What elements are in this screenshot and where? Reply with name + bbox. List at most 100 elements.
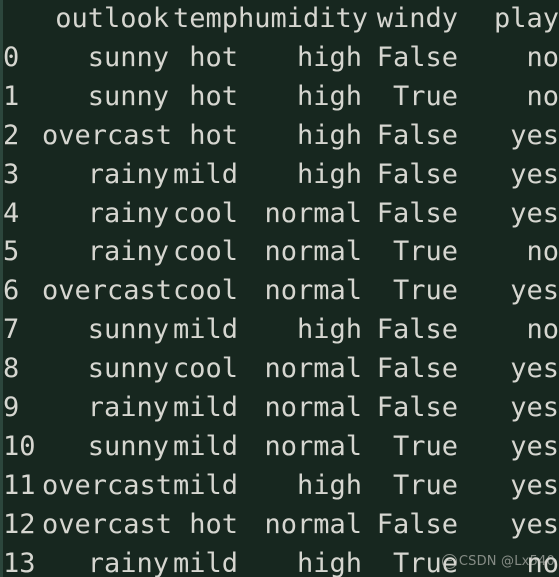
column-header-play: play [493,3,559,34]
dataframe-body: 0 sunny hot high False no 1 sunny hot high True no 2… [0,39,559,577]
row-index-cell: 3 [3,158,20,190]
cell-outlook: sunny [87,80,169,112]
column-header-humidity: humidity [238,3,369,34]
cell-outlook: overcast [42,119,173,151]
cell-windy: True [392,80,458,112]
cell-windy: False [376,119,458,151]
cell-windy: False [376,41,458,73]
cell-play: yes [510,119,559,151]
row-index-cell: 11 [3,469,36,501]
cell-humidity: high [296,41,362,73]
cell-windy: False [376,314,458,346]
cell-windy: False [376,158,458,190]
cell-outlook: sunny [87,430,169,462]
cell-temp: hot [189,41,238,73]
cell-temp: hot [189,119,238,151]
column-header-outlook: outlook [55,3,169,34]
table-row: 1 sunny hot high True no [0,78,559,117]
cell-outlook: overcast [42,469,173,501]
cell-play: yes [510,158,559,190]
table-row: 3 rainy mild high False yes [0,156,559,195]
cell-temp: hot [189,80,238,112]
table-row: 10 sunny mild normal True yes [0,428,559,467]
table-row: 7 sunny mild high False no [0,311,559,350]
cell-temp: mild [172,158,238,190]
row-index-cell: 5 [3,236,20,268]
row-index-cell: 6 [3,275,20,307]
cell-temp: mild [172,430,238,462]
cell-humidity: normal [264,197,362,229]
column-header-index [0,0,42,39]
cell-humidity: high [296,80,362,112]
table-row: 6 overcast cool normal True yes [0,272,559,311]
cell-humidity: normal [264,392,362,424]
cell-play: no [526,236,559,268]
cell-humidity: normal [264,236,362,268]
cell-outlook: overcast [42,275,173,307]
dataframe-header: outlook temp humidity windy play [0,0,559,39]
cell-outlook: sunny [87,314,169,346]
cell-humidity: high [296,469,362,501]
cell-play: no [526,547,559,577]
cell-play: yes [510,430,559,462]
table-row: 11 overcast mild high True yes [0,467,559,506]
cell-temp: cool [172,197,238,229]
row-index-cell: 4 [3,197,20,229]
cell-play: yes [510,275,559,307]
cell-humidity: high [296,314,362,346]
table-row: 2 overcast hot high False yes [0,117,559,156]
cell-temp: cool [172,353,238,385]
cell-play: yes [510,353,559,385]
cell-windy: True [392,236,458,268]
column-header-windy: windy [376,3,458,34]
cell-temp: mild [172,314,238,346]
cell-play: no [526,41,559,73]
cell-humidity: high [296,158,362,190]
cell-play: yes [510,469,559,501]
cell-humidity: high [296,547,362,577]
cell-outlook: sunny [87,353,169,385]
table-row: 9 rainy mild normal False yes [0,389,559,428]
cell-humidity: normal [264,275,362,307]
cell-windy: True [392,430,458,462]
cell-play: yes [510,392,559,424]
row-index-cell: 10 [3,430,36,462]
table-row: 0 sunny hot high False no [0,39,559,78]
cell-temp: cool [172,275,238,307]
table-row: 13 rainy mild high True no [0,545,559,577]
row-index-cell: 13 [3,547,36,577]
row-index-cell: 12 [3,508,36,540]
cell-temp: cool [172,236,238,268]
dataframe-table: outlook temp humidity windy play 0 sunny h… [0,0,559,577]
console-left-gutter [0,0,3,577]
table-row: 5 rainy cool normal True no [0,233,559,272]
table-row: 8 sunny cool normal False yes [0,350,559,389]
cell-outlook: rainy [87,392,169,424]
cell-outlook: overcast [42,508,173,540]
console-output-pane: outlook temp humidity windy play 0 sunny h… [0,0,559,577]
cell-play: yes [510,508,559,540]
cell-windy: True [392,469,458,501]
cell-outlook: rainy [87,197,169,229]
column-header-temp: temp [172,3,238,34]
table-row: 12 overcast hot normal False yes [0,506,559,545]
cell-temp: mild [172,469,238,501]
cell-humidity: normal [264,353,362,385]
cell-outlook: rainy [87,547,169,577]
cell-humidity: normal [264,508,362,540]
cell-outlook: sunny [87,41,169,73]
cell-temp: hot [189,508,238,540]
cell-play: yes [510,197,559,229]
cell-windy: False [376,508,458,540]
cell-humidity: high [296,119,362,151]
table-row: 4 rainy cool normal False yes [0,195,559,234]
cell-humidity: normal [264,430,362,462]
row-index-cell: 0 [3,41,20,73]
row-index-cell: 9 [3,392,20,424]
cell-windy: False [376,197,458,229]
cell-windy: False [376,353,458,385]
row-index-cell: 1 [3,80,20,112]
table-header-row: outlook temp humidity windy play [0,0,559,39]
cell-play: no [526,314,559,346]
row-index-cell: 8 [3,353,20,385]
